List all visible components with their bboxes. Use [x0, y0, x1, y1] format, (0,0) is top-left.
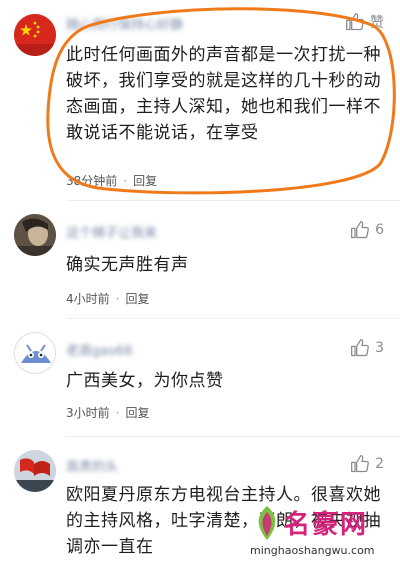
site-logo-icon — [258, 506, 276, 540]
separator-dot: · — [115, 406, 120, 420]
like-count: 3 — [375, 340, 384, 356]
thumbs-up-icon — [351, 339, 369, 357]
username[interactable]: 老高gao66 — [66, 340, 133, 359]
separator-dot: · — [123, 174, 128, 188]
like-button[interactable]: 赞 — [345, 12, 384, 32]
comment-meta: 3小时前 · 回复 — [66, 404, 149, 421]
like-button[interactable]: 3 — [350, 338, 384, 358]
thumbs-up-icon — [346, 13, 364, 31]
comment-text: 广西美女，为你点赞 — [66, 371, 224, 391]
reply-button[interactable]: 回复 — [133, 174, 157, 188]
reply-button[interactable]: 回复 — [125, 406, 149, 420]
username[interactable]: 随心而行保持心好静 — [66, 14, 183, 33]
comment-item: 这个梯子让我来 6 确实无声胜有声 4小时前 · 回复 — [0, 200, 400, 318]
timestamp: 38分钟前 — [66, 174, 118, 188]
avatar[interactable] — [14, 450, 56, 492]
separator-dot: · — [115, 292, 120, 306]
like-count: 赞 — [370, 15, 384, 31]
comment-meta: 38分钟前 · 回复 — [66, 172, 157, 189]
avatar[interactable] — [14, 332, 56, 374]
flags-photo-icon — [14, 450, 56, 492]
thumbs-up-icon — [351, 455, 369, 473]
comment-text: 此时任何画面外的声音都是一次打扰一种破坏，我们享受的就是这样的几十秒的动态画面，… — [66, 45, 381, 143]
thumbs-up-icon — [351, 221, 369, 239]
avatar[interactable] — [14, 214, 56, 256]
reply-button[interactable]: 回复 — [125, 292, 149, 306]
avatar[interactable] — [14, 14, 56, 56]
comment-item: 老高gao66 3 广西美女，为你点赞 3小时前 · 回复 — [0, 318, 400, 436]
username[interactable]: 高贵的头 — [66, 456, 118, 475]
user-photo-icon — [14, 214, 56, 256]
comment-meta: 4小时前 · 回复 — [66, 290, 149, 307]
cartoon-avatar-icon — [15, 333, 55, 373]
watermark-title: 名豪网 — [284, 510, 369, 540]
comment-item: 随心而行保持心好静 赞 此时任何画面外的声音都是一次打扰一种破坏，我们享受的就是… — [0, 0, 400, 196]
china-flag-icon — [14, 14, 56, 56]
site-watermark: 名豪网 minghaoshangwu.com — [244, 500, 394, 570]
watermark-url: minghaoshangwu.com — [250, 544, 375, 557]
timestamp: 3小时前 — [66, 406, 110, 420]
like-count: 6 — [375, 222, 384, 238]
like-button[interactable]: 6 — [350, 220, 384, 240]
username[interactable]: 这个梯子让我来 — [66, 222, 157, 241]
like-count: 2 — [375, 456, 384, 472]
timestamp: 4小时前 — [66, 292, 110, 306]
comment-text: 确实无声胜有声 — [66, 255, 189, 275]
like-button[interactable]: 2 — [350, 454, 384, 474]
